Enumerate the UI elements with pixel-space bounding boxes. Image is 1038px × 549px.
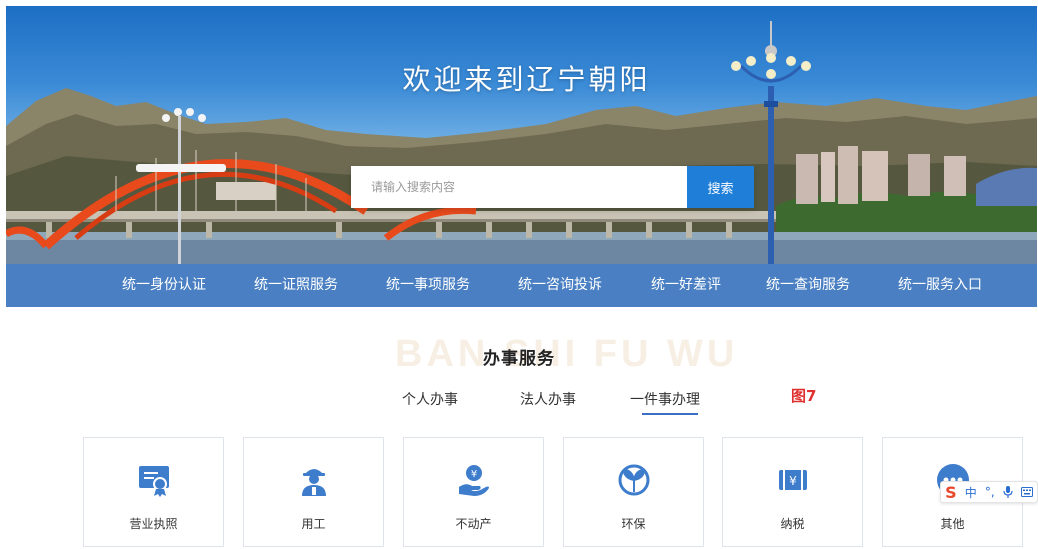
nav-item-consult-complaint[interactable]: 统一咨询投诉 xyxy=(518,264,602,307)
nav-item-evaluation[interactable]: 统一好差评 xyxy=(651,264,721,307)
nav-item-identity-auth[interactable]: 统一身份认证 xyxy=(122,264,206,307)
service-card-tax[interactable]: ¥ 纳税 xyxy=(722,437,863,547)
card-label: 其他 xyxy=(940,517,965,531)
service-card-employment[interactable]: 用工 xyxy=(243,437,384,547)
business-license-icon xyxy=(138,466,169,497)
main-nav: 统一身份认证 统一证照服务 统一事项服务 统一咨询投诉 统一好差评 统一查询服务… xyxy=(6,264,1037,307)
card-label: 营业执照 xyxy=(129,517,178,531)
tax-icon: ¥ xyxy=(778,470,807,490)
tab-corporate[interactable]: 法人办事 xyxy=(520,389,576,409)
keyboard-icon[interactable] xyxy=(1020,487,1033,497)
nav-item-query-service[interactable]: 统一查询服务 xyxy=(766,264,850,307)
tab-personal[interactable]: 个人办事 xyxy=(402,389,458,409)
nav-item-service-entry[interactable]: 统一服务入口 xyxy=(898,264,982,307)
hero-banner: 欢迎来到辽宁朝阳 搜索 xyxy=(6,6,1037,264)
svg-text:¥: ¥ xyxy=(789,474,797,488)
ime-logo[interactable]: S xyxy=(945,483,957,502)
nav-item-matter-service[interactable]: 统一事项服务 xyxy=(386,264,470,307)
microphone-icon[interactable] xyxy=(1003,486,1013,498)
nav-item-license-service[interactable]: 统一证照服务 xyxy=(254,264,338,307)
ime-toolbar[interactable]: S 中 °, xyxy=(940,481,1038,503)
active-tab-indicator xyxy=(642,413,698,415)
real-estate-icon: ¥ xyxy=(458,465,489,496)
search-button[interactable]: 搜索 xyxy=(687,166,754,208)
ime-mode[interactable]: 中 xyxy=(965,484,977,501)
card-label: 用工 xyxy=(301,517,326,531)
service-card-environment[interactable]: 环保 xyxy=(563,437,704,547)
card-label: 不动产 xyxy=(455,517,492,531)
search-input[interactable] xyxy=(351,166,687,208)
city-bridge-illustration xyxy=(6,21,1037,264)
card-label: 纳税 xyxy=(780,517,805,531)
environment-icon xyxy=(618,464,649,496)
svg-text:¥: ¥ xyxy=(470,469,476,480)
section-title: 办事服务 xyxy=(483,349,555,369)
worker-icon xyxy=(301,469,326,496)
welcome-title: 欢迎来到辽宁朝阳 xyxy=(402,63,651,96)
service-card-real-estate[interactable]: ¥ 不动产 xyxy=(403,437,544,547)
card-label: 环保 xyxy=(621,517,646,531)
ime-punctuation[interactable]: °, xyxy=(985,485,995,499)
figure-note: 图7 xyxy=(791,387,817,405)
search-bar: 搜索 xyxy=(351,166,754,208)
tab-one-thing[interactable]: 一件事办理 xyxy=(630,389,700,409)
service-card-business-license[interactable]: 营业执照 xyxy=(83,437,224,547)
